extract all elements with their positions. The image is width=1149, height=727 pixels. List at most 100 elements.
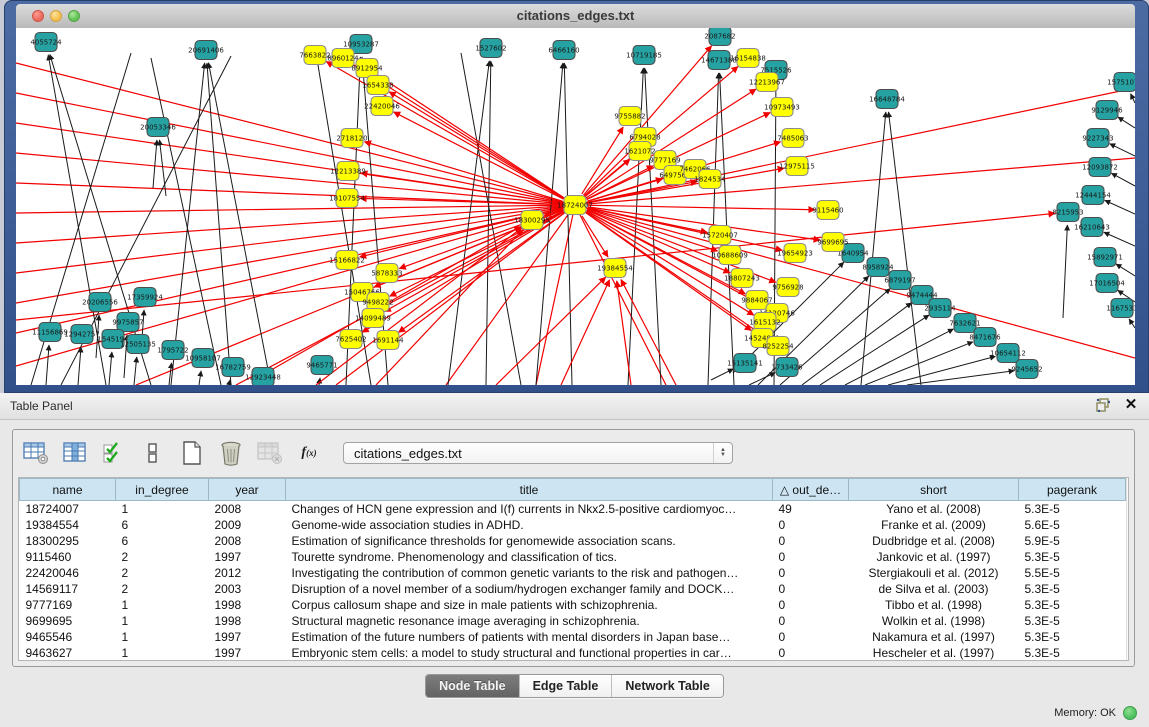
graph-node[interactable]: 1691144 bbox=[372, 331, 404, 350]
table-cell[interactable]: de Silva et al. (2003) bbox=[849, 581, 1019, 597]
table-cell[interactable]: Stergiakouli et al. (2012) bbox=[849, 565, 1019, 581]
table-cell[interactable]: Dudbridge et al. (2008) bbox=[849, 533, 1019, 549]
table-row[interactable]: 1938455462009Genome-wide association stu… bbox=[20, 517, 1126, 533]
table-cell[interactable]: 1 bbox=[116, 629, 209, 645]
table-cell[interactable]: 0 bbox=[773, 565, 849, 581]
table-cell[interactable]: 1998 bbox=[209, 613, 286, 629]
table-row[interactable]: 2242004622012Investigating the contribut… bbox=[20, 565, 1126, 581]
graph-node[interactable]: 6879197 bbox=[884, 271, 915, 290]
table-row[interactable]: 977716911998Corpus callosum shape and si… bbox=[20, 597, 1126, 613]
table-cell[interactable]: 9777169 bbox=[20, 597, 116, 613]
table-cell[interactable]: 22420046 bbox=[20, 565, 116, 581]
graph-node[interactable]: 20053346 bbox=[140, 118, 176, 137]
table-cell[interactable]: 9463627 bbox=[20, 645, 116, 661]
table-cell[interactable]: 2012 bbox=[209, 565, 286, 581]
table-cell[interactable]: 2 bbox=[116, 581, 209, 597]
graph-node[interactable]: 19384554 bbox=[597, 259, 633, 278]
table-cell[interactable]: 5.3E-5 bbox=[1019, 597, 1126, 613]
table-cell[interactable]: 6 bbox=[116, 533, 209, 549]
table-cell[interactable]: 5.3E-5 bbox=[1019, 629, 1126, 645]
graph-node[interactable]: 18107554 bbox=[329, 189, 365, 208]
table-cell[interactable]: 0 bbox=[773, 629, 849, 645]
table-options-icon[interactable] bbox=[23, 440, 49, 466]
table-cell[interactable]: Tourette syndrome. Phenomenology and cla… bbox=[286, 549, 773, 565]
tab-network-table[interactable]: Network Table bbox=[611, 675, 723, 697]
graph-node[interactable]: 9227343 bbox=[1082, 129, 1113, 148]
create-table-icon[interactable] bbox=[179, 440, 205, 466]
table-cell[interactable]: 1997 bbox=[209, 629, 286, 645]
graph-node[interactable]: 1527602 bbox=[475, 39, 506, 58]
graph-node[interactable]: 8215953 bbox=[1052, 203, 1083, 222]
table-cell[interactable]: 2 bbox=[116, 549, 209, 565]
table-cell[interactable]: Corpus callosum shape and size in male p… bbox=[286, 597, 773, 613]
table-row[interactable]: 946362711997Embryonic stem cells: a mode… bbox=[20, 645, 1126, 661]
column-header-in_degree[interactable]: in_degree bbox=[116, 479, 209, 501]
table-cell[interactable]: 9699695 bbox=[20, 613, 116, 629]
table-cell[interactable]: Wolkin et al. (1998) bbox=[849, 613, 1019, 629]
graph-node[interactable]: 8252254 bbox=[762, 337, 794, 356]
table-cell[interactable]: 5.3E-5 bbox=[1019, 581, 1126, 597]
graph-node[interactable]: 17359924 bbox=[127, 288, 163, 307]
column-header-title[interactable]: title bbox=[286, 479, 773, 501]
table-cell[interactable]: 2 bbox=[116, 565, 209, 581]
tab-edge-table[interactable]: Edge Table bbox=[519, 675, 612, 697]
graph-node[interactable]: 1654338 bbox=[362, 76, 393, 95]
table-row[interactable]: 1872400712008Changes of HCN gene express… bbox=[20, 501, 1126, 518]
memory-status-indicator[interactable] bbox=[1123, 706, 1137, 720]
table-cell[interactable]: 1 bbox=[116, 613, 209, 629]
graph-node[interactable]: 9975857 bbox=[112, 313, 143, 332]
table-cell[interactable]: 18300295 bbox=[20, 533, 116, 549]
network-view-canvas[interactable]: 4055724206914061095328715276026466160107… bbox=[16, 28, 1135, 385]
table-cell[interactable]: Franke et al. (2009) bbox=[849, 517, 1019, 533]
function-builder-icon[interactable]: f(x) bbox=[296, 440, 322, 466]
table-row[interactable]: 911546021997Tourette syndrome. Phenomeno… bbox=[20, 549, 1126, 565]
table-row[interactable]: 946554611997Estimation of the future num… bbox=[20, 629, 1126, 645]
graph-node[interactable]: 2087682 bbox=[704, 28, 735, 46]
graph-node[interactable]: 1795722 bbox=[157, 341, 188, 360]
column-header-name[interactable]: name bbox=[20, 479, 116, 501]
table-row[interactable]: 1456911722003Disruption of a novel membe… bbox=[20, 581, 1126, 597]
select-all-rows-icon[interactable] bbox=[101, 440, 127, 466]
graph-node[interactable]: 9129946 bbox=[1091, 101, 1123, 120]
graph-node[interactable]: 9756928 bbox=[772, 278, 803, 297]
graph-node[interactable]: 4055724 bbox=[30, 33, 62, 52]
graph-node[interactable]: 6466160 bbox=[548, 41, 579, 60]
table-cell[interactable]: Changes of HCN gene expression and I(f) … bbox=[286, 501, 773, 518]
table-cell[interactable]: 0 bbox=[773, 517, 849, 533]
table-cell[interactable]: 2008 bbox=[209, 501, 286, 518]
graph-node[interactable]: 5878333 bbox=[371, 264, 402, 283]
table-cell[interactable]: 5.5E-5 bbox=[1019, 565, 1126, 581]
table-cell[interactable]: 1997 bbox=[209, 549, 286, 565]
table-cell[interactable]: 1998 bbox=[209, 597, 286, 613]
graph-node[interactable]: 9755882 bbox=[614, 107, 645, 126]
table-cell[interactable]: 9115460 bbox=[20, 549, 116, 565]
table-cell[interactable]: 0 bbox=[773, 645, 849, 661]
table-cell[interactable]: Nakamura et al. (1997) bbox=[849, 629, 1019, 645]
table-cell[interactable]: 1 bbox=[116, 597, 209, 613]
graph-node[interactable]: 12213389 bbox=[330, 162, 366, 181]
close-panel-icon[interactable]: ✕ bbox=[1123, 397, 1139, 413]
table-cell[interactable]: 18724007 bbox=[20, 501, 116, 518]
table-row[interactable]: 1830029562008Estimation of significance … bbox=[20, 533, 1126, 549]
table-cell[interactable]: 5.9E-5 bbox=[1019, 533, 1126, 549]
table-cell[interactable]: 0 bbox=[773, 533, 849, 549]
delete-table-icon[interactable] bbox=[218, 440, 244, 466]
graph-node[interactable]: 20691406 bbox=[188, 41, 224, 60]
graph-node[interactable]: 16154838 bbox=[730, 49, 766, 68]
graph-node[interactable]: 1824534 bbox=[694, 170, 726, 189]
table-cell[interactable]: 1 bbox=[116, 501, 209, 518]
graph-node[interactable]: 2935114 bbox=[924, 299, 956, 318]
network-window-titlebar[interactable]: citations_edges.txt bbox=[16, 4, 1135, 29]
row-height-icon[interactable] bbox=[140, 440, 166, 466]
table-cell[interactable]: 14569117 bbox=[20, 581, 116, 597]
table-cell[interactable]: 1 bbox=[116, 645, 209, 661]
show-columns-icon[interactable] bbox=[62, 440, 88, 466]
table-cell[interactable]: 2008 bbox=[209, 533, 286, 549]
table-cell[interactable]: 5.3E-5 bbox=[1019, 501, 1126, 518]
table-selector-dropdown[interactable]: citations_edges.txt ▲▼ bbox=[343, 442, 733, 464]
graph-node[interactable]: 17016504 bbox=[1089, 274, 1125, 293]
graph-node[interactable]: 19654923 bbox=[777, 244, 813, 263]
table-cell[interactable]: 19384554 bbox=[20, 517, 116, 533]
graph-node[interactable]: 16648784 bbox=[869, 90, 905, 109]
table-cell[interactable]: 0 bbox=[773, 581, 849, 597]
